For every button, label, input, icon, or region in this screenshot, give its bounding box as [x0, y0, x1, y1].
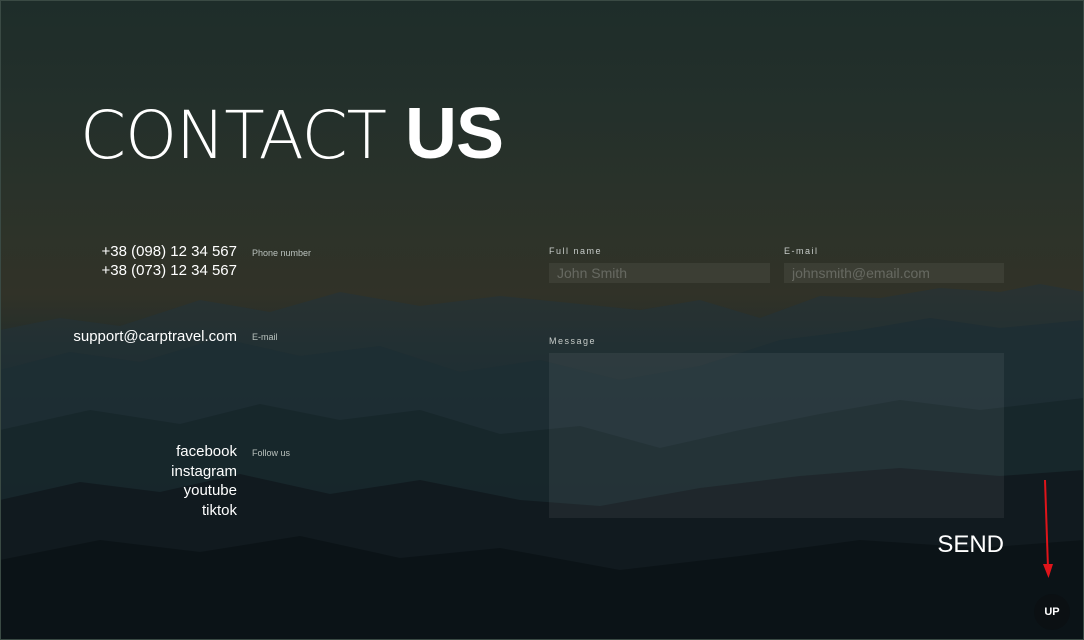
- social-link-facebook[interactable]: facebook: [171, 442, 237, 462]
- follow-us-label: Follow us: [252, 448, 291, 458]
- phone-number-label: Phone number: [252, 248, 312, 258]
- message-label: Message: [549, 336, 597, 346]
- full-name-input[interactable]: [549, 263, 770, 283]
- email-block: support@carptravel.com: [73, 327, 237, 346]
- title-bold: US: [405, 94, 504, 174]
- title-light: CONTACT: [80, 97, 387, 174]
- full-name-label: Full name: [549, 246, 603, 256]
- social-link-youtube[interactable]: youtube: [171, 481, 237, 501]
- phone-list: +38 (098) 12 34 567 +38 (073) 12 34 567: [101, 242, 237, 280]
- form-email-label: E-mail: [784, 246, 819, 256]
- message-textarea[interactable]: [549, 353, 1004, 518]
- social-links: facebook instagram youtube tiktok: [171, 442, 237, 520]
- scroll-up-button[interactable]: UP: [1034, 594, 1070, 630]
- annotation-arrow-icon: [1043, 479, 1053, 578]
- email-input[interactable]: [784, 263, 1004, 283]
- social-link-tiktok[interactable]: tiktok: [171, 501, 237, 521]
- page-title: CONTACT US: [80, 92, 504, 178]
- email-link[interactable]: support@carptravel.com: [73, 327, 237, 346]
- social-link-instagram[interactable]: instagram: [171, 462, 237, 482]
- send-button[interactable]: SEND: [930, 530, 1004, 560]
- phone-link-1[interactable]: +38 (098) 12 34 567: [101, 242, 237, 261]
- contact-page: CONTACT US +38 (098) 12 34 567 +38 (073)…: [0, 0, 1084, 640]
- phone-link-2[interactable]: +38 (073) 12 34 567: [101, 261, 237, 280]
- email-info-label: E-mail: [252, 332, 278, 342]
